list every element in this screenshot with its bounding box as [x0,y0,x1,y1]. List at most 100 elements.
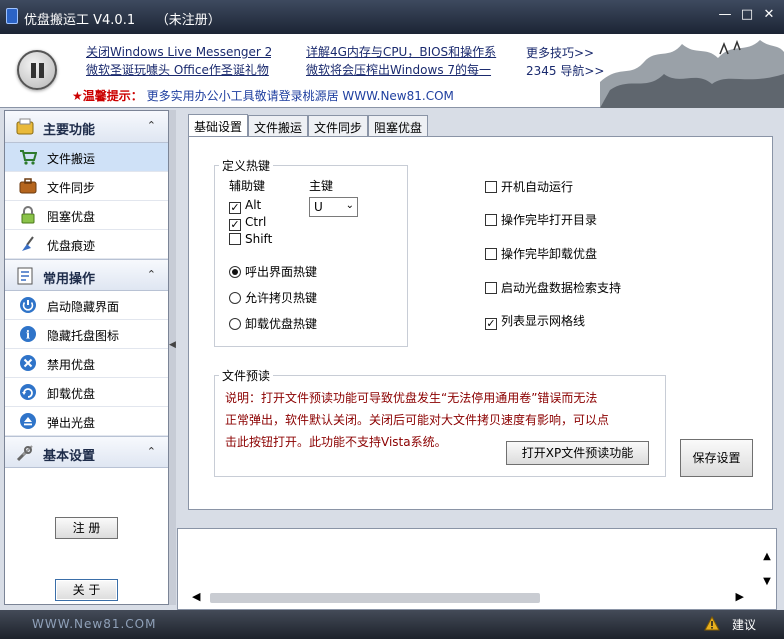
ctrl-checkbox[interactable]: ✓ Ctrl [229,215,266,231]
sidebar-item-file-sync[interactable]: 文件同步 [5,172,168,201]
chevron-up-icon[interactable]: ⌃ [147,268,156,281]
chevron-up-icon[interactable]: ⌃ [147,445,156,458]
sidebar-item-label: 隐藏托盘图标 [47,329,120,343]
scroll-down-icon[interactable]: ▼ [760,576,774,587]
sidebar-item-file-move[interactable]: 文件搬运 [5,143,168,172]
more-tips-link[interactable]: 更多技巧>> [526,44,594,61]
nav-2345-link[interactable]: 2345 导航>> [526,62,604,79]
svg-text:i: i [26,329,30,342]
tab-file-sync[interactable]: 文件同步 [308,115,368,137]
radio-dot[interactable] [229,318,241,330]
scroll-up-icon[interactable]: ▲ [760,551,774,562]
landscape-painting-icon [600,39,784,108]
section-common-ops[interactable]: 常用操作 ⌃ [5,259,168,291]
tab-block-udisk[interactable]: 阻塞优盘 [368,115,428,137]
modifier-label: 辅助键 [229,179,266,193]
sidebar-item-block-udisk[interactable]: 阻塞优盘 [5,201,168,230]
radio-allow-copy-hotkey[interactable]: 允许拷贝热键 [229,289,317,306]
chevron-up-icon[interactable]: ⌃ [147,119,156,132]
horizontal-scrollbar[interactable]: ◀ ▶ [188,590,748,605]
option-label: 列表显示网格线 [501,314,586,328]
main-key-select[interactable]: U ⌄ [309,197,358,217]
sidebar: 主要功能 ⌃ 文件搬运 文件同步 阻塞优盘 优盘痕迹 常用操作 ⌃ 启动隐藏界面… [4,110,169,605]
enable-xp-prefetch-button[interactable]: 打开XP文件预读功能 [506,441,649,465]
suggestion-link[interactable]: 建议 [732,616,756,633]
shift-checkbox[interactable]: Shift [229,232,272,246]
scroll-left-icon[interactable]: ◀ [192,590,200,603]
briefcase-icon [19,178,37,194]
main-key-label: 主键 [309,179,334,193]
save-settings-button[interactable]: 保存设置 [680,439,753,477]
sidebar-item-label: 文件搬运 [47,152,96,166]
pause-button[interactable] [17,50,57,90]
sidebar-item-label: 优盘痕迹 [47,239,96,253]
main-key-value: U [314,200,323,214]
ctrl-label: Ctrl [245,215,267,229]
news-link-3[interactable]: 详解4G内存与CPU，BIOS和操作系 [306,43,504,60]
news-link-1[interactable]: 关闭Windows Live Messenger 2009 [86,43,271,60]
checkbox-box[interactable] [229,233,241,245]
option-label: 操作完毕打开目录 [501,213,598,227]
tab-file-move[interactable]: 文件搬运 [248,115,308,137]
sidebar-item-disable-udisk[interactable]: 禁用优盘 [5,349,168,378]
radio-label: 卸载优盘热键 [245,317,318,331]
checkbox-box[interactable] [485,282,497,294]
alt-checkbox[interactable]: ✓ Alt [229,198,261,214]
radio-dot[interactable] [229,266,241,278]
alt-label: Alt [245,198,262,212]
option-autostart[interactable]: 开机自动运行 [485,178,573,195]
checkbox-box[interactable]: ✓ [229,202,241,214]
option-grid-lines[interactable]: ✓ 列表显示网格线 [485,312,585,330]
notice-text[interactable]: 更多实用办公小工具敬请登录桃源居 WWW.New81.COM [147,89,454,103]
restore-button[interactable]: □ [738,8,756,22]
section-main-functions[interactable]: 主要功能 ⌃ [5,111,168,143]
window-title: 优盘搬运工 V4.0.1 （未注册） [24,13,221,28]
sidebar-item-hide-tray[interactable]: i 隐藏托盘图标 [5,320,168,349]
vertical-scrollbar[interactable]: ▲ ▼ [760,551,774,611]
section-basic-settings[interactable]: 基本设置 ⌃ [5,436,168,468]
radio-unload-hotkey[interactable]: 卸载优盘热键 [229,315,317,332]
lock-icon [21,206,35,224]
tab-basic-settings[interactable]: 基础设置 [188,114,248,138]
option-open-folder[interactable]: 操作完毕打开目录 [485,211,597,228]
option-disc-search[interactable]: 启动光盘数据检索支持 [485,279,621,296]
preview-legend: 文件预读 [222,369,271,383]
sidebar-item-udisk-trace[interactable]: 优盘痕迹 [5,230,168,259]
suggestion-icon [704,616,720,631]
preview-line: 正常弹出，软件默认关闭。关闭后可能对大文件拷贝速度有影响，可以点 [225,413,610,427]
broom-icon [22,236,34,251]
section-label: 常用操作 [43,272,96,287]
close-button[interactable]: ✕ [760,8,778,22]
log-area[interactable]: ◀ ▶ ▲ ▼ [177,528,777,610]
register-button[interactable]: 注 册 [55,517,118,539]
news-link-4[interactable]: 微软将会压榨出Windows 7的每一 [306,61,504,78]
radio-label: 呼出界面热键 [245,265,318,279]
common-ops-icon [17,267,33,285]
news-link-2[interactable]: 微软圣诞玩噱头 Office作圣诞礼物 [86,61,286,78]
sidebar-item-show-hidden-ui[interactable]: 启动隐藏界面 [5,291,168,320]
radio-dot[interactable] [229,292,241,304]
minimize-button[interactable]: — [716,8,734,22]
radio-show-ui-hotkey[interactable]: 呼出界面热键 [229,263,317,280]
preview-line: 说明：打开文件预读功能可导致优盘发生“无法停用通用卷”错误而无法 [225,391,598,405]
checkbox-box[interactable] [485,214,497,226]
sidebar-item-label: 阻塞优盘 [47,210,96,224]
scroll-thumb[interactable] [210,593,540,603]
disable-icon [20,355,36,371]
status-url[interactable]: WWW.New81.COM [32,617,156,631]
sidebar-item-eject-disc[interactable]: 弹出光盘 [5,407,168,436]
checkbox-box[interactable] [485,248,497,260]
eject-icon [20,413,36,429]
scroll-right-icon[interactable]: ▶ [736,590,744,603]
sidebar-item-unload-udisk[interactable]: 卸载优盘 [5,378,168,407]
radio-label: 允许拷贝热键 [245,291,318,305]
splitter[interactable]: ◀ [169,110,176,605]
checkbox-box[interactable]: ✓ [485,318,497,330]
app-icon [6,8,18,24]
option-unload-after[interactable]: 操作完毕卸载优盘 [485,245,597,262]
title-bar: 优盘搬运工 V4.0.1 （未注册） — □ ✕ [0,0,784,34]
checkbox-box[interactable] [485,181,497,193]
about-button[interactable]: 关 于 [55,579,118,601]
collapse-arrow-icon[interactable]: ◀ [169,340,176,350]
checkbox-box[interactable]: ✓ [229,219,241,231]
